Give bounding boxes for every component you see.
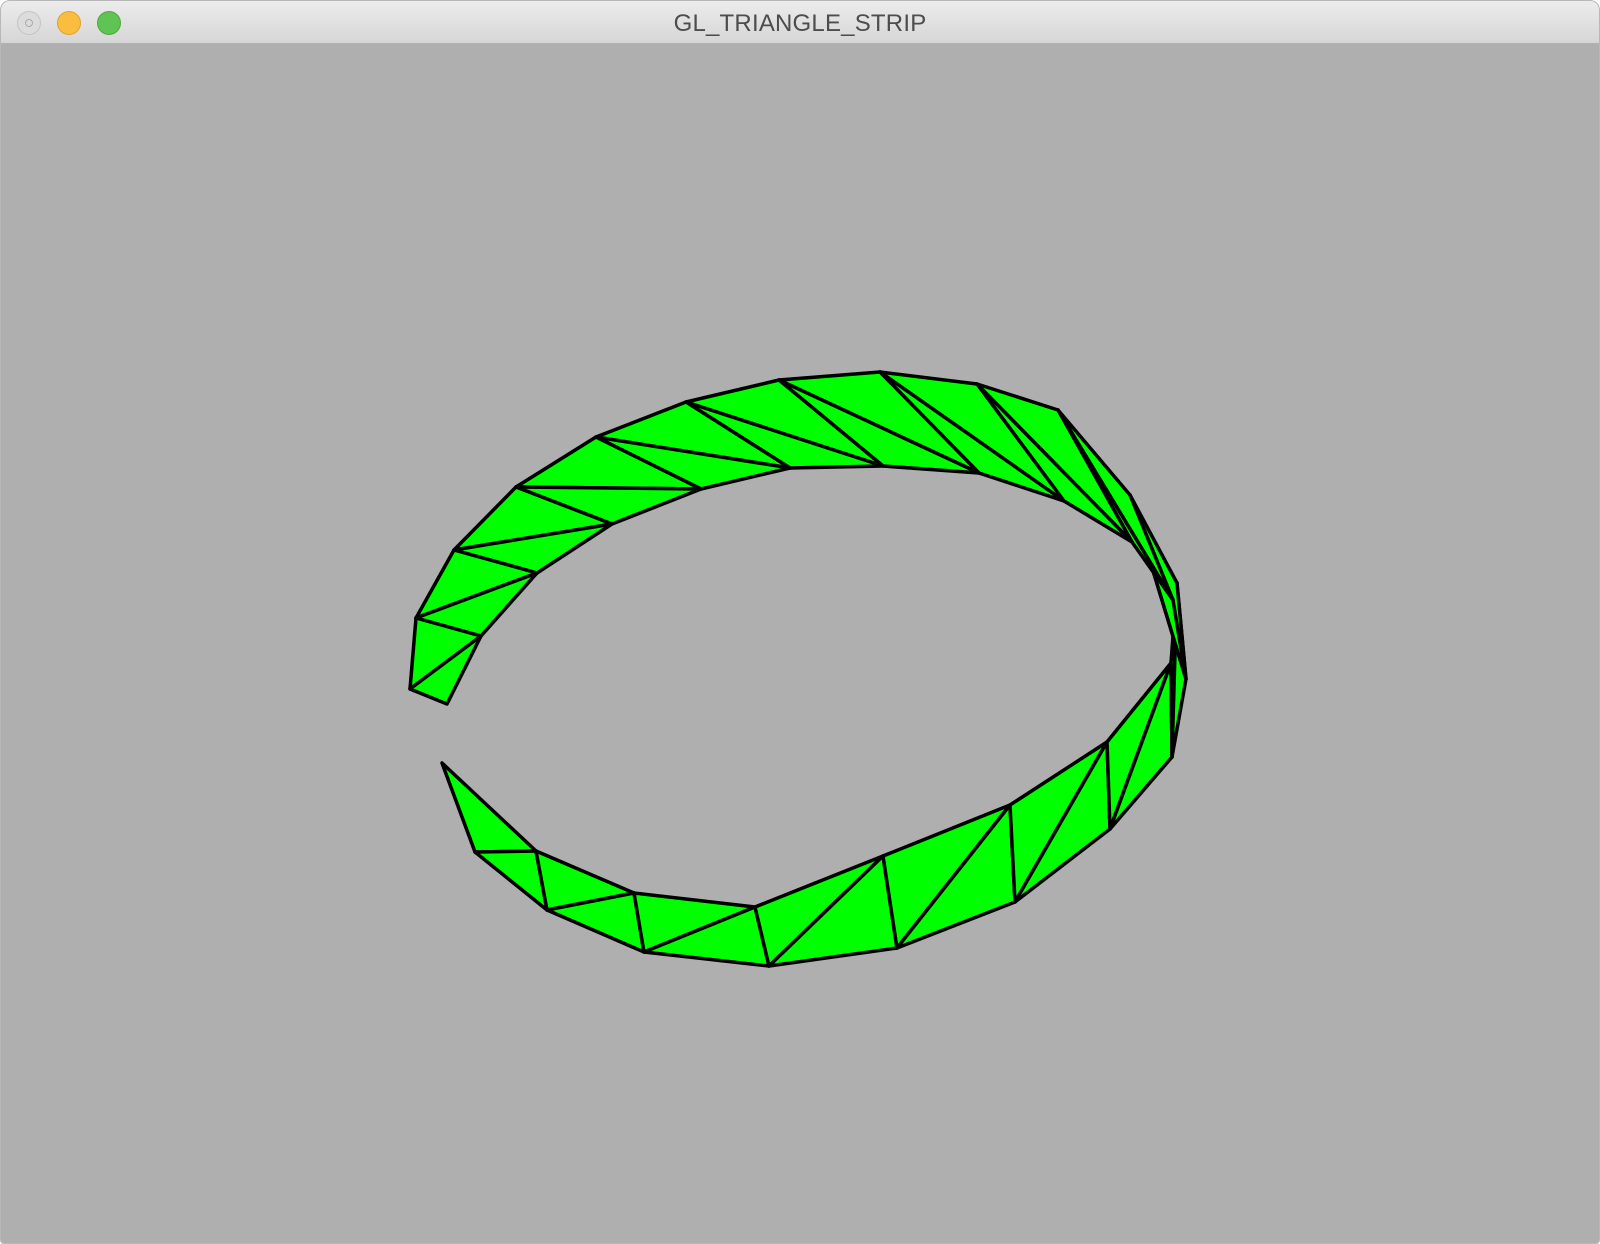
app-window: GL_TRIANGLE_STRIP bbox=[0, 0, 1600, 1244]
triangle-strip bbox=[408, 370, 1188, 968]
triangle-strip-ring bbox=[408, 370, 1188, 968]
window-title: GL_TRIANGLE_STRIP bbox=[673, 10, 927, 37]
strip-triangle bbox=[440, 761, 538, 854]
gl-viewport[interactable] bbox=[1, 44, 1599, 1243]
title-bar[interactable]: GL_TRIANGLE_STRIP bbox=[1, 1, 1599, 44]
